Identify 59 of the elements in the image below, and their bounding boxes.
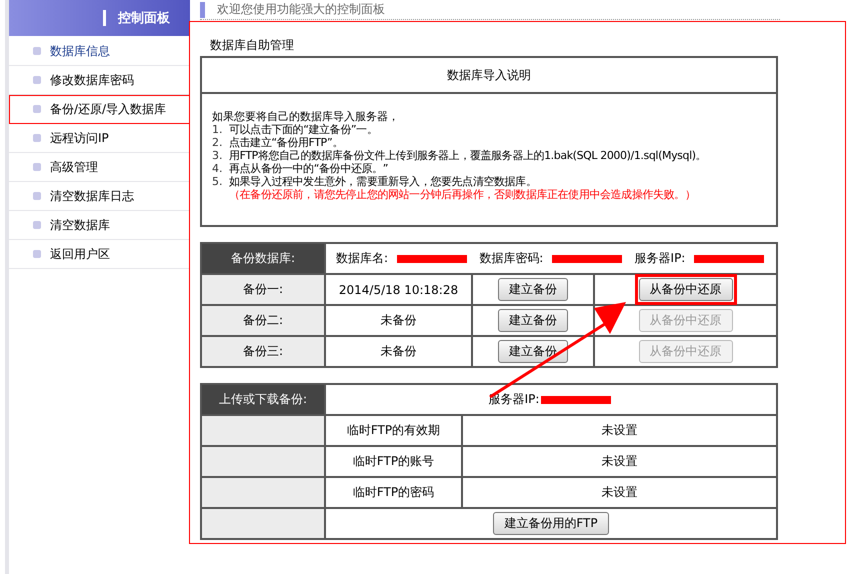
- create-backup-button[interactable]: 建立备份: [498, 278, 568, 301]
- step-text: 再点从备份一中的“备份中还原。”: [229, 162, 388, 175]
- table-header-cell: 上传或下载备份:: [201, 384, 325, 415]
- step-number: 5.: [212, 175, 224, 188]
- title-marker: [103, 10, 106, 26]
- bullet-icon: [33, 221, 41, 229]
- step-number: 3.: [212, 149, 224, 162]
- step-number: 4.: [212, 162, 224, 175]
- step-text: 如果导入过程中发生意外，需要重新导入，您要先点清空数据库。: [229, 175, 536, 188]
- step-number: 2.: [212, 136, 224, 149]
- bullet-icon: [33, 105, 41, 113]
- create-ftp-button[interactable]: 建立备份用的FTP: [493, 512, 609, 535]
- table-header-cell: 备份数据库:: [201, 243, 325, 274]
- field-label: 数据库密码:: [479, 250, 544, 267]
- table-cell: 未设置: [462, 415, 777, 446]
- table-cell: 备份二:: [201, 305, 325, 336]
- table-cell: 未设置: [462, 446, 777, 477]
- bullet-icon: [33, 76, 41, 84]
- redaction-bar: [552, 254, 622, 262]
- sidebar-item[interactable]: 数据库信息: [9, 37, 190, 66]
- redaction-bar: [694, 254, 764, 262]
- table-cell: 临时FTP的有效期: [325, 415, 462, 446]
- section-title: 数据库自助管理: [209, 37, 295, 54]
- create-backup-button[interactable]: 建立备份: [498, 309, 568, 332]
- page-title: 欢迎您使用功能强大的控制面板: [217, 1, 385, 18]
- field-label: 服务器IP:: [634, 250, 686, 267]
- step-text: 可以点击下面的“建立备份”一。: [229, 123, 378, 136]
- table-cell: 未设置: [462, 477, 777, 508]
- sidebar-item[interactable]: 清空数据库: [9, 211, 190, 240]
- sidebar-item[interactable]: 高级管理: [9, 153, 190, 182]
- table-cell: 2014/5/18 10:18:28: [325, 274, 472, 305]
- table-cell: 未备份: [325, 336, 472, 367]
- table-cell: 临时FTP的账号: [325, 446, 462, 477]
- instructions-text: 如果您要将自己的数据库导入服务器，: [212, 110, 400, 123]
- bullet-icon: [33, 250, 41, 258]
- sidebar-item[interactable]: 清空数据库日志: [9, 182, 190, 211]
- sidebar-item[interactable]: 备份/还原/导入数据库: [9, 95, 190, 124]
- bullet-icon: [33, 192, 41, 200]
- table-cell: 备份一:: [201, 274, 325, 305]
- table-cell: 未备份: [325, 305, 472, 336]
- table-cell: 备份三:: [201, 336, 325, 367]
- warning-text: （在备份还原前，请您先停止您的网站一分钟后再操作，否则数据库正在使用中会造成操作失败。）: [228, 188, 696, 201]
- bullet-icon: [33, 47, 41, 55]
- sidebar-item[interactable]: 远程访问IP: [9, 124, 190, 153]
- table-cell: 临时FTP的密码: [325, 477, 462, 508]
- sidebar-item[interactable]: 返回用户区: [9, 240, 190, 269]
- field-label: 数据库名:: [336, 250, 388, 267]
- step-text: 用FTP将您自己的数据库备份文件上传到服务器上，覆盖服务器上的1.bak(SQL 2000)/1.sql(Mysql)。: [229, 149, 706, 162]
- step-number: 1.: [212, 123, 224, 136]
- sidebar-title: 控制面板: [118, 10, 170, 27]
- title-marker: [200, 2, 205, 18]
- redaction-bar: [541, 396, 612, 404]
- instructions-heading: 数据库导入说明: [202, 58, 776, 94]
- restore-button[interactable]: 从备份中还原: [638, 278, 732, 301]
- redaction-bar: [396, 254, 467, 262]
- step-text: 点击建立“备份用FTP”。: [229, 136, 343, 149]
- bullet-icon: [33, 134, 41, 142]
- sidebar-item[interactable]: 修改数据库密码: [9, 66, 190, 95]
- bullet-icon: [33, 163, 41, 171]
